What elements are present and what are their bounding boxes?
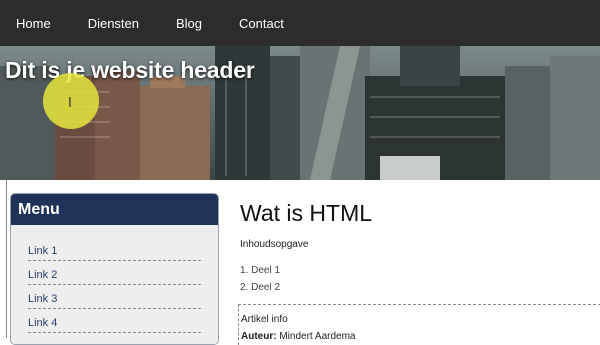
sidebar-link-item[interactable]: Link 1 (28, 237, 201, 261)
page-content: Menu Link 1 Link 2 Link 3 Link 4 Wat is … (0, 180, 600, 345)
toc-label: Inhoudsopgave (240, 239, 309, 250)
sidebar-link-3[interactable]: Link 3 (28, 293, 57, 305)
sidebar-link-item[interactable]: Link 3 (28, 285, 201, 309)
article-author: Auteur: Mindert Aardema (241, 331, 356, 342)
sidebar-link-1[interactable]: Link 1 (28, 245, 57, 257)
left-divider (6, 180, 7, 338)
header-banner: Dit is je website header I (0, 46, 600, 180)
text-cursor-icon: I (68, 96, 72, 111)
header-title: Dit is je website header (5, 57, 255, 83)
nav-home[interactable]: Home (16, 16, 51, 31)
article-info-box: Artikel info Auteur: Mindert Aardema (238, 304, 600, 345)
sidebar-link-item[interactable]: Link 2 (28, 261, 201, 285)
sidebar-menu: Menu Link 1 Link 2 Link 3 Link 4 (10, 193, 219, 345)
table-of-contents: 1. Deel 1 2. Deel 2 (240, 265, 280, 299)
sidebar-link-item[interactable]: Link 4 (28, 309, 201, 333)
nav-blog[interactable]: Blog (176, 16, 202, 31)
sidebar-link-2[interactable]: Link 2 (28, 269, 57, 281)
article-info-title: Artikel info (241, 314, 288, 325)
toc-item-2[interactable]: 2. Deel 2 (240, 282, 280, 299)
nav-contact[interactable]: Contact (239, 16, 284, 31)
author-label: Auteur: (241, 331, 277, 342)
sidebar-link-list: Link 1 Link 2 Link 3 Link 4 (11, 237, 218, 333)
top-navigation: Home Diensten Blog Contact (0, 0, 600, 46)
sidebar-heading: Menu (11, 194, 218, 225)
article-title: Wat is HTML (240, 200, 373, 226)
nav-diensten[interactable]: Diensten (88, 16, 139, 31)
sidebar-link-4[interactable]: Link 4 (28, 317, 57, 329)
toc-item-1[interactable]: 1. Deel 1 (240, 265, 280, 282)
author-name: Mindert Aardema (279, 331, 356, 342)
